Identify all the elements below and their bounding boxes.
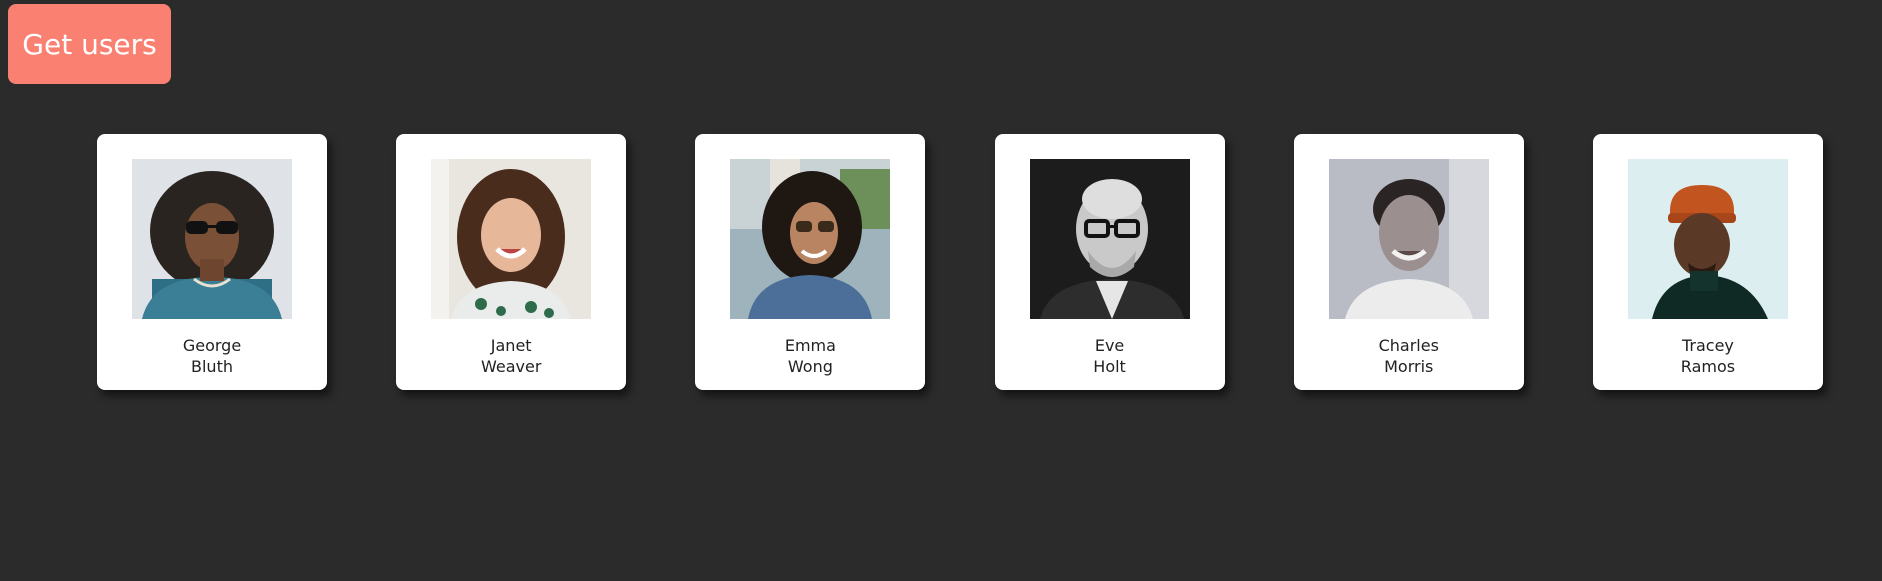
user-name: Charles Morris — [1379, 335, 1439, 377]
user-name: George Bluth — [183, 335, 241, 377]
get-users-button[interactable]: Get users — [8, 4, 171, 84]
user-last-name: Weaver — [480, 357, 542, 376]
user-card: Tracey Ramos — [1592, 134, 1823, 390]
user-card: Emma Wong — [695, 134, 926, 390]
user-first-name: George — [182, 336, 242, 355]
user-avatar — [1627, 159, 1788, 319]
user-avatar — [132, 159, 292, 319]
user-avatar — [730, 159, 891, 319]
user-first-name: Tracey — [1681, 336, 1734, 355]
user-card: Eve Holt — [994, 134, 1225, 390]
user-name: Eve Holt — [1093, 335, 1126, 377]
user-first-name: Emma — [784, 336, 836, 355]
user-name: Tracey Ramos — [1681, 335, 1735, 377]
user-last-name: Wong — [787, 357, 833, 376]
user-avatar — [1328, 159, 1489, 319]
user-avatar — [1029, 159, 1190, 319]
user-card: George Bluth — [97, 134, 327, 390]
user-first-name: Eve — [1094, 336, 1125, 355]
user-name: Janet Weaver — [481, 335, 541, 377]
user-first-name: Charles — [1378, 336, 1439, 355]
user-last-name: Holt — [1093, 357, 1126, 376]
user-name: Emma Wong — [785, 335, 836, 377]
user-last-name: Bluth — [191, 357, 233, 376]
user-card: Janet Weaver — [396, 134, 627, 390]
user-card: Charles Morris — [1293, 134, 1524, 390]
page: Get users George Bluth Janet Weaver Emma… — [0, 0, 1882, 581]
user-card-list: George Bluth Janet Weaver Emma Wong Eve … — [97, 134, 1823, 390]
user-last-name: Morris — [1384, 357, 1434, 376]
user-first-name: Janet — [490, 336, 532, 355]
user-last-name: Ramos — [1680, 357, 1736, 376]
user-avatar — [431, 159, 592, 319]
